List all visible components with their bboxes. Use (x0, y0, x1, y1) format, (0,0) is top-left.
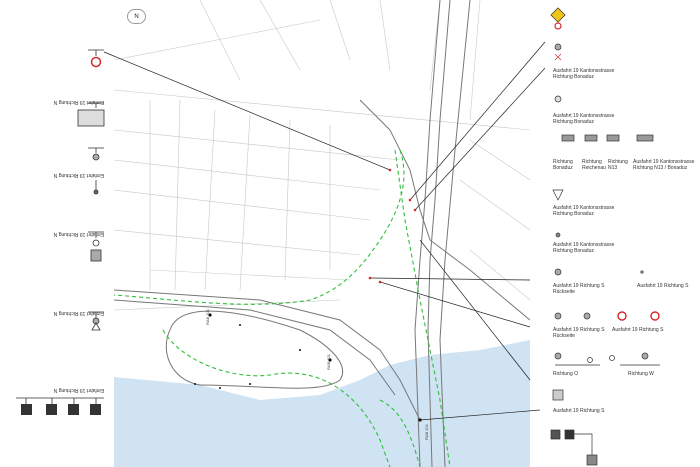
label-dir-w: Richtung W (628, 371, 654, 377)
river-water (114, 340, 530, 467)
label-dir-reichenau: Richtung Reichenau (582, 159, 606, 171)
label-exit-s-back-2: Ausfahrt 19 Richtung S Rückseite (553, 327, 605, 339)
parcel-lines (113, 0, 531, 311)
label-dir-bonaduz: Richtung Bonaduz (553, 159, 573, 171)
label-dir-n13: Richtung N13 (608, 159, 628, 171)
left-chevron-signs (21, 404, 101, 415)
label-exit-c: Ausfahrt 19 Kantonsstrasse Richtung Bona… (553, 205, 615, 217)
left-label-1: Einfahrt 19 Richtung N (53, 99, 104, 105)
label-exit-s-2: Ausfahrt 19 Richtung S (612, 327, 664, 333)
label-dir-n13-bonaduz: Ausfahrt 19 Kantonsstrasse Richtung N13 … (633, 159, 695, 171)
left-label-3: Einfahrt 19 Richtung N (53, 231, 104, 237)
label-exit-b: Ausfahrt 19 Kantonsstrasse Richtung Bona… (553, 113, 615, 125)
label-exit-s-3: Ausfahrt 19 Richtung S (553, 408, 605, 414)
left-label-4: Einfahrt 19 Richtung N (53, 310, 104, 316)
road-tag-1: RAB 101 (205, 308, 210, 325)
label-dir-o: Richtung O (553, 371, 579, 377)
label-exit-d: Ausfahrt 19 Kantonsstrasse Richtung Bona… (553, 242, 615, 254)
road-tag-3: RAB 101 (424, 423, 429, 440)
left-label-2: Einfahrt 19 Richtung N (53, 172, 104, 178)
label-exit-s-1: Ausfahrt 19 Richtung S (637, 283, 689, 289)
left-label-5: Einfahrt 19 Richtung N (53, 387, 104, 393)
label-exit-s-back: Ausfahrt 19 Richtung S Rückseite (553, 283, 605, 295)
north-label: N (134, 13, 139, 20)
north-arrow: N (127, 9, 146, 24)
label-exit-a: Ausfahrt 19 Kantonsstrasse Richtung Bona… (553, 68, 615, 80)
map-sign-markers (368, 168, 417, 284)
road-tag-2: RAB 101 (326, 353, 331, 370)
